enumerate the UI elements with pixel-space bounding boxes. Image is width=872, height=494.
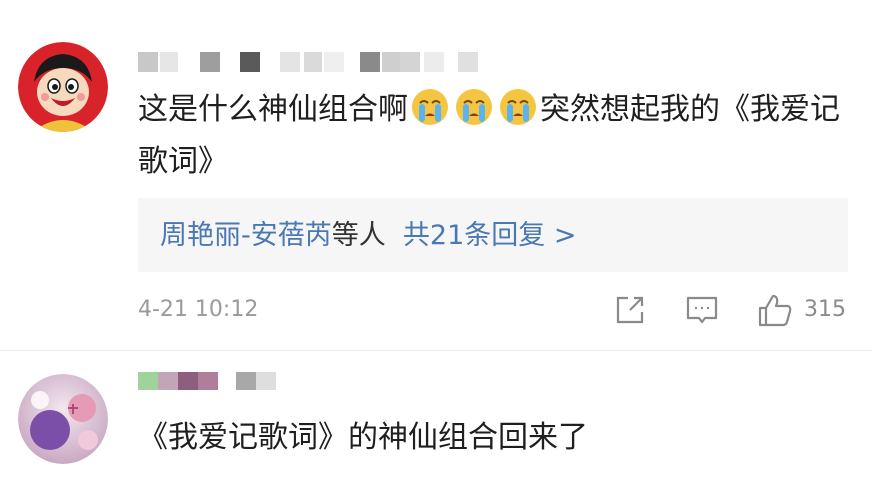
share-icon [616,296,644,324]
comment-text: 这是什么神仙组合啊 突然想起我的《我爱记歌词》 [138,84,854,188]
reply-count-link[interactable]: 共21条回复 > [403,220,577,251]
replies-row[interactable]: 周艳丽-安蓓芮等人 共21条回复 > [160,216,576,256]
comment-item: 这是什么神仙组合啊 突然想起我的《我爱记歌词》 周艳丽-安蓓芮等人 共21条回复 … [0,0,872,350]
comment-icon [686,296,718,324]
replies-box[interactable]: 周艳丽-安蓓芮等人 共21条回复 > [138,198,848,272]
username-mosaic[interactable] [138,366,278,396]
reply-names-link[interactable]: 周艳丽-安蓓芮 [160,220,332,251]
username-mosaic[interactable] [138,46,498,76]
comment-item: 《我爱记歌词》的神仙组合回来了 [0,352,872,494]
crying-emoji-icon [500,89,536,125]
comment-list: 这是什么神仙组合啊 突然想起我的《我爱记歌词》 周艳丽-安蓓芮等人 共21条回复 … [0,0,872,494]
comment-text: 《我爱记歌词》的神仙组合回来了 [138,420,588,455]
share-button[interactable] [612,292,648,328]
comment-text-part: 这是什么神仙组合啊 [138,92,408,127]
comment-button[interactable] [684,292,720,328]
comment-time: 4-21 10:12 [138,297,259,322]
avatar[interactable] [18,42,108,132]
like-button[interactable] [756,292,794,328]
like-count: 315 [804,297,846,322]
avatar[interactable] [18,374,108,464]
comment-meta: 4-21 10:12 315 [138,292,848,328]
divider [0,350,872,351]
crying-emoji-icon [412,89,448,125]
like-icon [758,294,792,327]
reply-others-label: 等人 [331,220,386,251]
crying-emoji-icon [456,89,492,125]
